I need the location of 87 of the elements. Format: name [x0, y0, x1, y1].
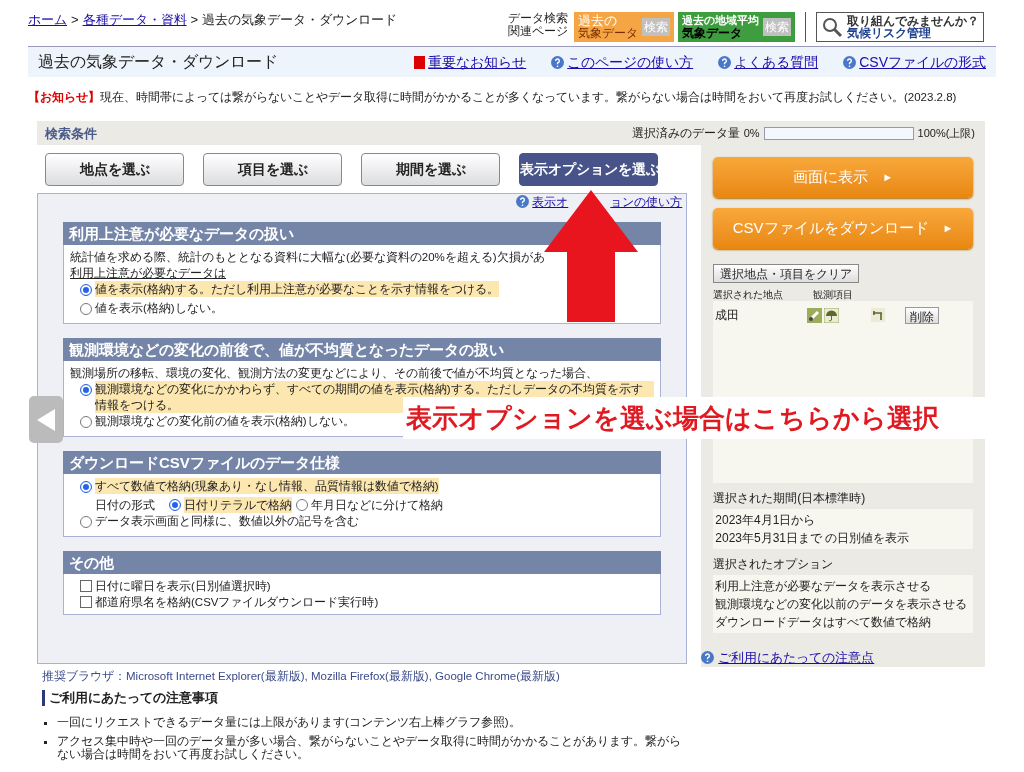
help-icon — [701, 651, 715, 665]
banner-title: 気象データ — [578, 27, 638, 40]
magnifier-icon — [821, 16, 843, 38]
banner-title: 気候リスク管理 — [847, 27, 931, 39]
section-description: 観測場所の移転、環境の変化、観測方法の変更などにより、その前後で値が不均質となった場合、 — [70, 366, 599, 382]
radio-button[interactable] — [296, 499, 308, 512]
delete-button[interactable]: 削除 — [905, 306, 940, 324]
tab[interactable]: 地点を選ぶ — [45, 153, 184, 187]
bullet-icon — [44, 740, 47, 744]
option-label: 日付リテラルで格納 — [184, 497, 292, 514]
radio-button[interactable] — [80, 303, 92, 316]
column-header: 選択された地点 — [713, 288, 784, 302]
alert-icon — [414, 55, 426, 69]
header-link[interactable]: このページの使い方 — [567, 51, 694, 73]
bullet-icon — [44, 721, 47, 725]
notice-text: 【お知らせ】現在、時間帯によっては繋がらないことやデータ取得に時間がかかることが多くなっています。繋がらない場合は時間をおいて再度お試しください。(2023.2.8) — [27, 89, 958, 106]
help-icon — [551, 55, 565, 69]
period-text: 2023年5月31日まで の日別値を表示 — [715, 529, 911, 547]
quota-min: 0% — [743, 126, 760, 141]
related-pages-label: データ検索 — [508, 12, 568, 25]
option-label: 都道府県名を格納(CSVファイルダウンロード実行時) — [95, 595, 379, 611]
station-name: 成田 — [715, 307, 741, 325]
help-icon — [843, 55, 857, 69]
search-title: 検索条件 — [45, 124, 98, 143]
option-label: すべて数値で格納(現象あり・なし情報、品質情報は数値で格納) — [95, 478, 439, 495]
help-icon — [516, 195, 530, 209]
banner-caption: 過去の地域平均 — [682, 14, 759, 27]
note-text: アクセス集中時や一回のデータ量が多い場合、繋がらないことやデータ取得に時間がかかることがあります。繋がらない場合は時間をおいて再度お試しください。 — [57, 734, 682, 761]
radio-button[interactable] — [80, 516, 92, 529]
section-description: 統計値を求める際、統計のもととなる資料に大幅な(必要な資料の20%を超える)欠損があ — [70, 250, 546, 266]
option-label: 年月日などに分けて格納 — [311, 498, 443, 514]
banner-caption: 取り組んでみませんか？ — [847, 15, 979, 27]
option-label: 日付に曜日を表示(日別値選択時) — [95, 579, 271, 595]
section-header: その他 — [63, 551, 662, 575]
radio-button[interactable] — [80, 416, 92, 429]
header-link[interactable]: CSVファイルの形式 — [859, 51, 986, 73]
breadcrumb-link[interactable]: ホーム — [28, 10, 67, 30]
breadcrumb-separator: > — [190, 11, 199, 29]
thermometer-icon — [807, 307, 823, 323]
quota-label: 選択済みのデータ量 — [631, 125, 740, 143]
note-text: 一回にリクエストできるデータ量には上限があります(コンテンツ右上棒グラフ参照)。 — [57, 715, 521, 729]
clear-button[interactable]: 選択地点・項目をクリア — [713, 264, 860, 284]
checkbox[interactable] — [80, 580, 92, 593]
help-link[interactable]: 表示オ — [532, 192, 569, 211]
radio-button[interactable] — [80, 384, 92, 397]
option-label: 値を表示(格納)する。ただし利用上注意が必要なことを示す情報をつける。 — [95, 281, 499, 298]
wind-vane-icon — [871, 308, 886, 323]
breadcrumb-link[interactable]: 各種データ・資料 — [82, 10, 187, 30]
recommended-browsers: 推奨ブラウザ：Microsoft Internet Explorer(最新版), Mozilla Firefox(最新版), Google Chrome(最新版) — [41, 669, 561, 685]
tab[interactable]: 期間を選ぶ — [361, 153, 500, 187]
breadcrumb-current: 過去の気象データ・ダウンロード — [202, 11, 398, 29]
banner-title: 気象データ — [682, 27, 743, 40]
option-label: データ表示画面と同様に、数値以外の記号を含む — [95, 514, 359, 530]
date-format-label: 日付の形式 — [95, 498, 155, 514]
section-subheading: 利用上注意が必要なデータは — [70, 266, 227, 282]
notes-heading: ご利用にあたっての注意事項 — [42, 689, 982, 706]
quota-max: 100%(上限) — [917, 126, 976, 141]
option-label: 観測環境などの変化前の値を表示(格納)しない。 — [95, 414, 355, 430]
left-triangle-icon — [37, 408, 55, 431]
tab[interactable]: 項目を選ぶ — [203, 153, 342, 187]
radio-button[interactable] — [80, 284, 92, 297]
selected-option-text: 利用上注意が必要なデータを表示させる — [715, 577, 933, 595]
help-icon — [718, 55, 732, 69]
column-header: 観測項目 — [813, 288, 854, 302]
radio-button[interactable] — [80, 481, 92, 494]
breadcrumb-separator: > — [71, 11, 79, 29]
banner-tag: 検索 — [642, 18, 670, 36]
help-link[interactable]: ョンの使い方 — [610, 192, 687, 211]
period-label: 選択された期間(日本標準時) — [713, 489, 867, 507]
banner-caption: 過去の — [578, 14, 618, 27]
header-link[interactable]: よくある質問 — [734, 51, 819, 73]
banner-tag: 検索 — [763, 18, 791, 36]
footer-link[interactable]: ご利用にあたっての注意点 — [718, 648, 875, 668]
risk-management-banner[interactable]: 取り組んでみませんか？ 気候リスク管理 — [816, 12, 984, 42]
section-header: ダウンロードCSVファイルのデータ仕様 — [63, 451, 662, 475]
option-label: 値を表示(格納)しない。 — [95, 301, 223, 317]
period-text: 2023年4月1日から — [715, 511, 817, 529]
checkbox[interactable] — [80, 596, 92, 609]
options-label: 選択されたオプション — [713, 555, 835, 573]
umbrella-icon — [824, 307, 840, 323]
section-header: 観測環境などの変化の前後で、値が不均質となったデータの扱い — [63, 338, 662, 362]
selected-option-text: 観測環境などの変化以前のデータを表示させる — [715, 595, 969, 613]
related-pages-label: 関連ページ — [508, 25, 568, 38]
page-title: 過去の気象データ・ダウンロード — [38, 52, 279, 72]
radio-button[interactable] — [169, 499, 181, 512]
header-link[interactable]: 重要なお知らせ — [428, 51, 527, 73]
selected-option-text: ダウンロードデータはすべて数値で格納 — [715, 613, 933, 631]
